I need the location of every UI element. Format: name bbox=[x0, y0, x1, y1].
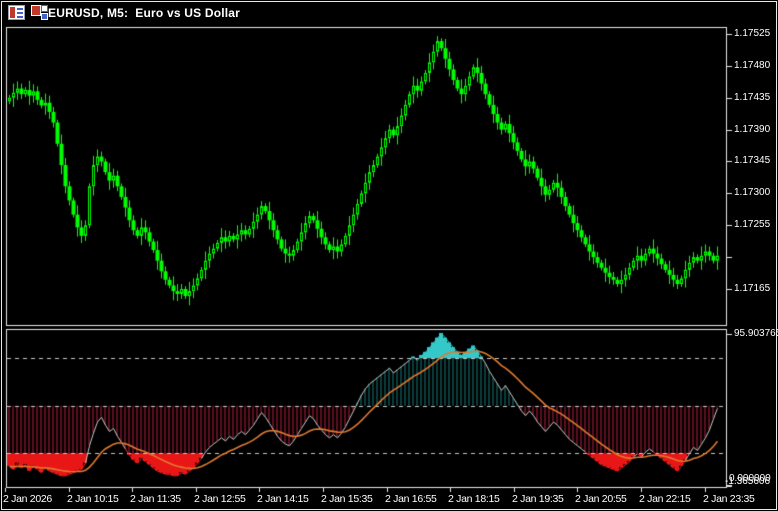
time-axis-label: 2 Jan 14:15 bbox=[257, 493, 309, 505]
price-axis-label: 1.17390 bbox=[734, 124, 771, 135]
chart-window-icon[interactable] bbox=[31, 5, 48, 20]
time-axis-label: 2 Jan 2026 bbox=[3, 493, 52, 505]
main-chart-area[interactable] bbox=[6, 27, 726, 325]
time-axis-label: 2 Jan 23:35 bbox=[703, 493, 755, 505]
time-axis-label: 2 Jan 22:15 bbox=[639, 493, 691, 505]
time-axis-label: 2 Jan 19:35 bbox=[512, 493, 564, 505]
time-axis-label: 2 Jan 16:55 bbox=[385, 493, 437, 505]
chart-list-icon-part bbox=[17, 12, 23, 14]
price-axis-label: 1.17345 bbox=[734, 155, 771, 166]
indicator-axis-min-label: -1.365606 bbox=[725, 476, 771, 487]
time-axis-label: 2 Jan 15:35 bbox=[321, 493, 373, 505]
chart-list-icon-part bbox=[17, 16, 23, 18]
time-axis[interactable]: 2 Jan 2026 2 Jan 10:15 2 Jan 11:35 2 Jan 12… bbox=[0, 488, 778, 511]
price-axis-label: 1.17255 bbox=[734, 219, 771, 230]
chart-window-icon-part bbox=[31, 5, 41, 16]
time-axis-label: 2 Jan 10:15 bbox=[67, 493, 119, 505]
chart-title: EURUSD, M5: Euro vs US Dollar bbox=[48, 6, 241, 20]
time-axis-label: 2 Jan 11:35 bbox=[130, 493, 181, 505]
chart-list-icon-part bbox=[10, 7, 15, 18]
indicator-axis[interactable]: 95.903765 0.000000 -1.365606 bbox=[725, 328, 778, 487]
time-axis-label: 2 Jan 18:15 bbox=[448, 493, 500, 505]
price-axis-label: 1.17435 bbox=[734, 92, 771, 103]
chart-list-icon-part bbox=[17, 8, 23, 10]
price-axis-label: 1.17480 bbox=[734, 60, 771, 71]
price-axis[interactable]: 1.17525 1.17480 1.17435 1.17390 1.17345 1.173… bbox=[727, 27, 778, 325]
indicator-subwindow[interactable]: LuxAlgo - Ultimate RSI(14,14) 0.000000 0… bbox=[6, 329, 726, 487]
chart-window-icon-part bbox=[41, 13, 48, 20]
chart-list-icon[interactable] bbox=[8, 5, 25, 20]
time-axis-label: 2 Jan 20:55 bbox=[575, 493, 627, 505]
time-axis-label: 2 Jan 12:55 bbox=[194, 493, 246, 505]
chart-title-bar: EURUSD, M5: Euro vs US Dollar bbox=[0, 0, 778, 26]
indicator-axis-max-label: 95.903765 bbox=[734, 328, 778, 339]
chart-window: EURUSD, M5: Euro vs US Dollar LuxAlgo - … bbox=[0, 0, 778, 511]
chart-window-icon-part bbox=[41, 5, 48, 12]
price-axis-label: 1.17165 bbox=[734, 283, 771, 294]
price-axis-label: 1.17300 bbox=[734, 187, 771, 198]
price-axis-label: 1.17525 bbox=[734, 28, 771, 39]
